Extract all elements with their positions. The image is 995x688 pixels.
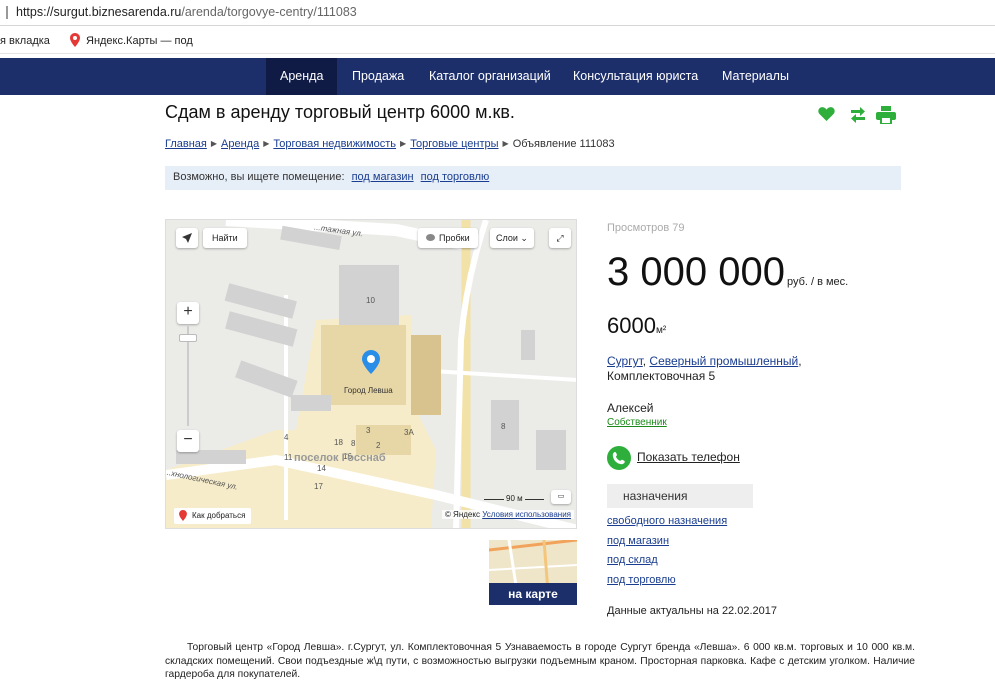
breadcrumb-commercial[interactable]: Торговая недвижимость xyxy=(273,138,396,150)
zoom-control: + − xyxy=(177,302,199,452)
map-scale: 90 м xyxy=(484,494,546,506)
ruler-icon: ▭ xyxy=(557,493,565,500)
purpose-link-free[interactable]: свободного назначения xyxy=(607,515,727,527)
house-number: 14 xyxy=(317,464,326,473)
house-number: 8 xyxy=(351,439,356,448)
url-text[interactable]: https://surgut.biznesarenda.ru/arenda/to… xyxy=(16,5,357,19)
suggestion-banner: Возможно, вы ищете помещение: под магази… xyxy=(165,166,901,190)
house-number: 17 xyxy=(314,482,323,491)
scale-label: 90 м xyxy=(504,494,525,503)
print-icon[interactable] xyxy=(876,106,896,129)
location-arrow-icon xyxy=(182,233,192,243)
purpose-link-shop[interactable]: под магазин xyxy=(607,535,669,547)
fullscreen-button[interactable]: ⤢ xyxy=(549,228,571,248)
phone-icon xyxy=(607,446,631,470)
page-title: Сдам в аренду торговый центр 6000 м.кв. xyxy=(165,102,515,122)
breadcrumb-malls[interactable]: Торговые центры xyxy=(410,138,498,150)
map-copyright: © Яндекс Условия использования xyxy=(441,510,574,519)
zoom-in-button[interactable]: + xyxy=(177,302,199,324)
mini-map-thumbnail[interactable]: на карте xyxy=(489,540,577,605)
bookmark-yandex-maps[interactable]: Яндекс.Карты — под xyxy=(86,35,196,47)
traffic-light-icon xyxy=(426,234,435,241)
show-phone-label: Показать телефон xyxy=(637,450,740,464)
owner-type-link[interactable]: Собственник xyxy=(607,417,667,428)
layers-label: Слои xyxy=(496,233,518,243)
district-link[interactable]: Северный промышленный xyxy=(649,354,798,368)
nav-materials[interactable]: Материалы xyxy=(708,58,803,95)
suggestion-text: Возможно, вы ищете помещение: xyxy=(173,171,345,183)
house-number: 2 xyxy=(376,441,381,450)
yandex-map[interactable]: Найти Пробки Слои ⌄ ⤢ + − ...тажная ул. … xyxy=(165,219,577,529)
locate-me-button[interactable] xyxy=(176,228,198,248)
house-number: 11 xyxy=(284,453,293,462)
cursor-icon xyxy=(6,6,8,19)
street-text: Комплектовочная 5 xyxy=(607,369,716,383)
purpose-heading: назначения xyxy=(607,484,753,508)
suggestion-shop-link[interactable]: под магазин xyxy=(352,171,414,183)
list-item: под магазин xyxy=(607,535,727,555)
map-footer: Как добраться © Яндекс Условия использов… xyxy=(166,508,576,528)
area-unit: м² xyxy=(655,325,667,336)
map-location-pin-icon[interactable] xyxy=(362,350,380,379)
breadcrumb: Главная ▶ Аренда ▶ Торговая недвижимость ▶ Тор… xyxy=(165,138,615,150)
zoom-slider-handle[interactable] xyxy=(179,334,197,342)
ruler-button[interactable]: ▭ xyxy=(551,490,571,504)
breadcrumb-rent[interactable]: Аренда xyxy=(221,138,259,150)
nav-lawyer[interactable]: Консультация юриста xyxy=(559,58,712,95)
bookmark-tab[interactable]: я вкладка xyxy=(0,35,50,47)
views-count: Просмотров 79 xyxy=(607,222,685,234)
list-item: под торговлю xyxy=(607,574,727,594)
area: 6000м² xyxy=(607,313,666,339)
address: Сургут, Северный промышленный, Комплекто… xyxy=(607,354,802,383)
district-label: поселок Госснаб xyxy=(294,452,386,464)
nav-catalog[interactable]: Каталог организаций xyxy=(415,58,565,95)
directions-button[interactable]: Как добраться xyxy=(174,508,252,527)
map-find-button[interactable]: Найти xyxy=(203,228,247,248)
compare-arrows-icon[interactable] xyxy=(850,106,866,129)
breadcrumb-home[interactable]: Главная xyxy=(165,138,207,150)
layers-button[interactable]: Слои ⌄ xyxy=(490,228,534,248)
price: 3 000 000 руб. / в мес. xyxy=(607,250,848,295)
breadcrumb-current: Объявление 111083 xyxy=(512,138,615,150)
data-updated: Данные актуальны на 22.02.2017 xyxy=(607,605,777,617)
purpose-link-trade[interactable]: под торговлю xyxy=(607,574,676,586)
owner-type: Собственник xyxy=(607,417,667,428)
directions-label: Как добраться xyxy=(192,511,246,520)
copyright-text: © Яндекс xyxy=(444,510,480,519)
price-value: 3 000 000 xyxy=(607,250,785,294)
house-number: 3 xyxy=(366,426,371,435)
terms-link[interactable]: Условия использования xyxy=(482,510,571,519)
purpose-list: свободного назначения под магазин под ск… xyxy=(607,515,727,593)
price-unit: руб. / в мес. xyxy=(786,276,849,288)
suggestion-trade-link[interactable]: под торговлю xyxy=(421,171,490,183)
owner-name: Алексей xyxy=(607,401,654,415)
main-navigation: Аренда Продажа Каталог организаций Консу… xyxy=(0,58,995,95)
purpose-link-warehouse[interactable]: под склад xyxy=(607,554,658,566)
listing-description: Торговый центр «Город Левша». г.Сургут, … xyxy=(165,642,915,680)
nav-rent[interactable]: Аренда xyxy=(266,58,338,95)
house-number: 4 xyxy=(284,433,289,442)
show-on-map-button[interactable]: на карте xyxy=(489,583,577,605)
expand-icon: ⤢ xyxy=(556,233,564,243)
house-number: 3А xyxy=(404,428,414,437)
area-value: 6000 xyxy=(607,313,656,338)
house-number: 18 xyxy=(334,438,343,447)
city-link[interactable]: Сургут xyxy=(607,354,643,368)
traffic-button[interactable]: Пробки xyxy=(418,228,478,248)
red-pin-icon xyxy=(179,510,187,527)
house-number: 8 xyxy=(501,422,506,431)
address-bar[interactable]: https://surgut.biznesarenda.ru/arenda/to… xyxy=(0,0,995,26)
list-item: свободного назначения xyxy=(607,515,727,535)
house-number: 10 xyxy=(366,296,375,305)
yandex-maps-pin-icon xyxy=(70,33,80,50)
place-label: Город Левша xyxy=(344,386,393,395)
list-item: под склад xyxy=(607,554,727,574)
nav-sale[interactable]: Продажа xyxy=(338,58,418,95)
favorite-heart-icon[interactable] xyxy=(818,106,835,127)
traffic-label: Пробки xyxy=(439,233,470,243)
chevron-down-icon: ⌄ xyxy=(520,233,528,243)
zoom-out-button[interactable]: − xyxy=(177,430,199,452)
bookmarks-bar: я вкладка Яндекс.Карты — под xyxy=(0,27,995,54)
